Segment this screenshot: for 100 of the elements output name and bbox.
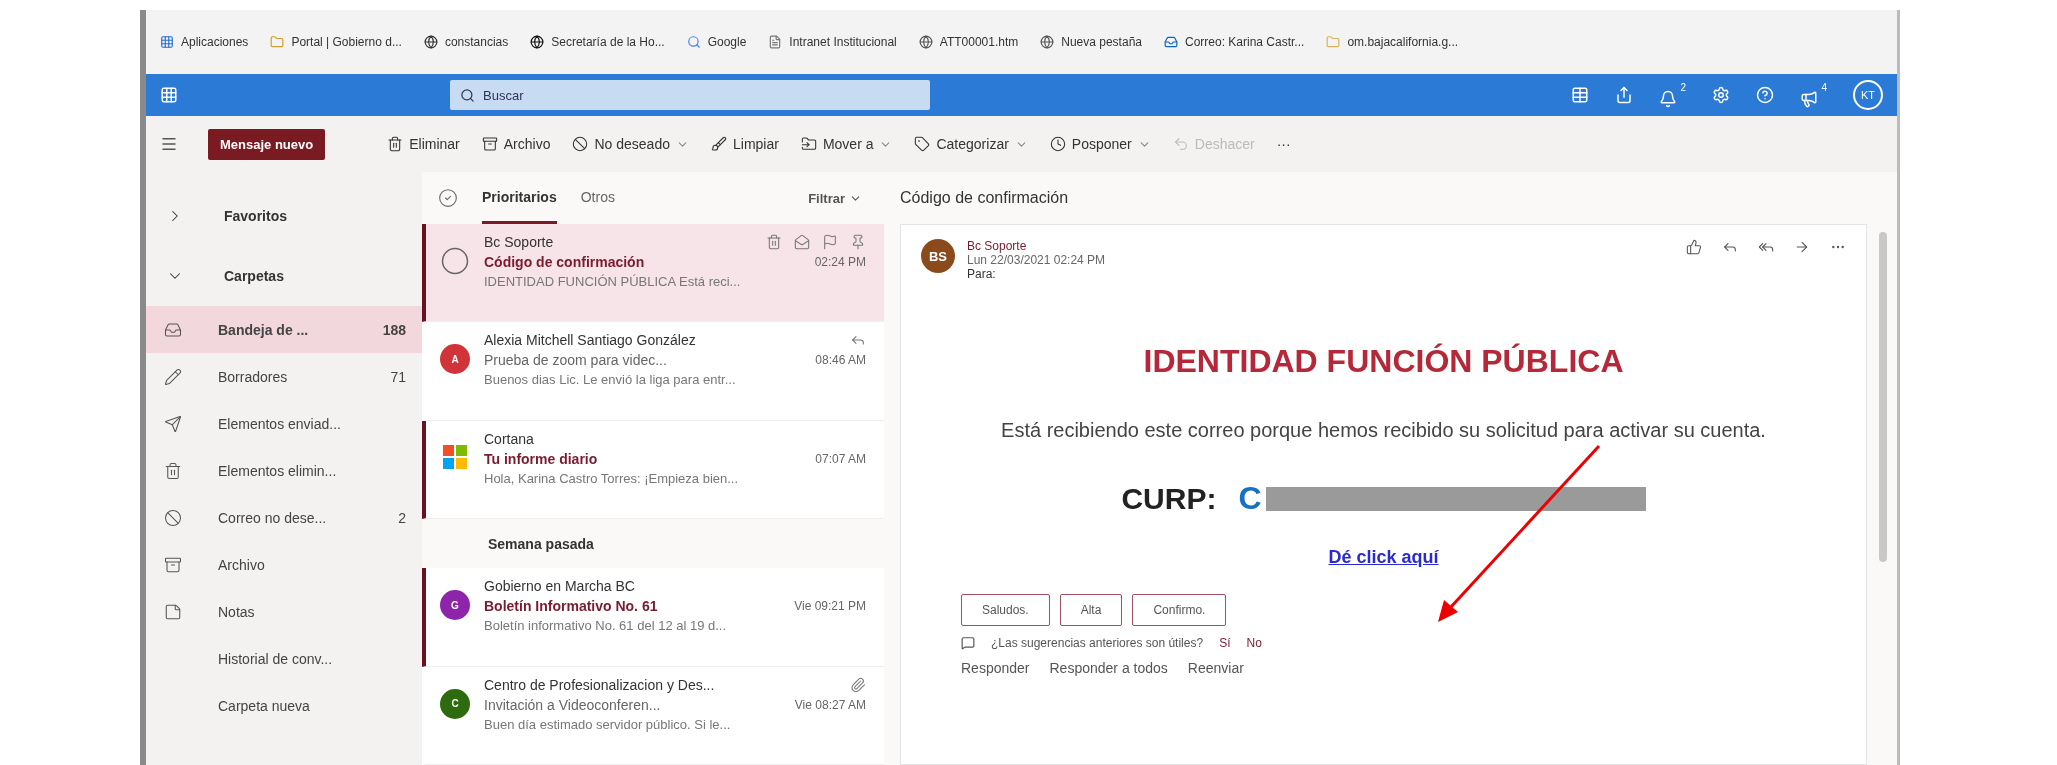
table-icon[interactable] xyxy=(1571,86,1589,104)
feedback-question: ¿Las sugerencias anteriores son útiles? xyxy=(991,636,1204,650)
email-text: Está recibiendo este correo porque hemos recibido su solicitud para activar su cuenta. xyxy=(1001,418,1766,443)
recipient-label: Para: xyxy=(967,267,997,281)
toolbar-icon xyxy=(481,136,498,152)
folder-item[interactable]: Historial de conv... xyxy=(146,635,422,682)
suggested-reply-button[interactable]: Confirmo. xyxy=(1132,594,1227,626)
folder-item[interactable]: Bandeja de ... 188 xyxy=(146,306,422,353)
more-button[interactable]: ··· xyxy=(1276,136,1291,152)
share-icon[interactable] xyxy=(1615,86,1633,104)
feedback-icon xyxy=(961,636,975,650)
message-time: Vie 08:27 AM xyxy=(794,697,866,712)
bookmark-link[interactable]: Nueva pestaña xyxy=(1040,35,1142,49)
toolbar-button[interactable]: Categorizar xyxy=(914,136,1028,152)
message-row[interactable]: G Gobierno en Marcha BC Boletín Informativo No. 61 Vie 09:21 PM Boletín informativo No. 61 del 12 al 19 d... xyxy=(422,568,884,667)
folder-group-toggle[interactable]: Favoritos xyxy=(146,186,422,246)
suggested-reply-button[interactable]: Alta xyxy=(1059,594,1123,626)
bookmark-link[interactable]: om.bajacalifornia.g... xyxy=(1326,35,1459,49)
folder-item[interactable]: Carpeta nueva xyxy=(146,682,422,729)
bookmark-link[interactable]: Secretaría de la Ho... xyxy=(530,35,665,49)
toolbar-button[interactable]: Mover a xyxy=(800,136,893,152)
bookmark-icon xyxy=(160,35,174,49)
search-icon xyxy=(460,87,475,103)
search-field[interactable]: Buscar xyxy=(450,80,930,110)
avatar-circle: A xyxy=(440,344,470,375)
reply-action-button[interactable]: Responder a todos xyxy=(1049,660,1168,676)
message-subject: Boletín Informativo No. 61 xyxy=(484,598,658,615)
message-row[interactable]: Bc Soporte Código de confirmación 02:24 PM IDENTIDAD FUNCIÓN PÚBLICA Está reci... xyxy=(422,224,884,323)
bookmark-icon xyxy=(530,35,545,49)
scrollbar[interactable] xyxy=(1879,232,1887,562)
bookmark-link[interactable]: Portal | Gobierno d... xyxy=(270,35,402,49)
user-avatar[interactable]: KT xyxy=(1853,80,1883,110)
select-circle-icon[interactable] xyxy=(440,246,470,276)
help-icon[interactable] xyxy=(1756,86,1774,104)
filter-button[interactable]: Filtrar xyxy=(802,189,868,207)
message-subject: Prueba de zoom para videc... xyxy=(484,352,667,369)
sender-avatar: BS xyxy=(921,239,955,273)
email-date: Lun 22/03/2021 02:24 PM xyxy=(967,253,1106,267)
toolbar-button[interactable]: Posponer xyxy=(1049,136,1151,152)
suggested-reply-button[interactable]: Saludos. xyxy=(961,594,1050,626)
toolbar-icon xyxy=(711,136,727,152)
flag-icon[interactable] xyxy=(822,234,838,250)
message-row[interactable]: Cortana Tu informe diario 07:07 AM Hola, Karina Castro Torres: ¡Empieza bien... xyxy=(422,420,884,520)
folder-group-toggle[interactable]: Carpetas xyxy=(146,246,422,306)
bookmark-link[interactable]: constancias xyxy=(423,35,509,49)
yes-link[interactable]: Sí xyxy=(1219,636,1231,650)
toolbar-button[interactable]: Eliminar xyxy=(387,136,460,152)
bookmark-link[interactable]: ATT00001.htm xyxy=(918,35,1019,49)
forward-icon[interactable] xyxy=(1794,239,1810,255)
avatar-circle: C xyxy=(440,688,470,719)
message-preview: Hola, Karina Castro Torres: ¡Empieza bien... xyxy=(484,470,740,486)
bookmark-icon xyxy=(768,35,783,49)
menu-icon[interactable] xyxy=(160,135,178,153)
click-here-link[interactable]: Dé click aquí xyxy=(1328,547,1439,568)
message-subject: Código de confirmación xyxy=(484,254,645,270)
toolbar-icon xyxy=(1049,136,1066,152)
avatar-circle: G xyxy=(440,590,470,621)
toolbar-icon xyxy=(800,136,817,152)
folder-item[interactable]: Elementos elimin... xyxy=(146,447,422,494)
sender-name: Gobierno en Marcha BC xyxy=(484,578,635,595)
curp-label: CURP: xyxy=(1121,481,1217,516)
bookmark-link[interactable]: Intranet Institucional xyxy=(768,35,897,49)
toolbar-button[interactable]: No deseado xyxy=(572,136,689,152)
message-preview: Buenos dias Lic. Le envió la liga para entr... xyxy=(484,372,737,388)
folder-item[interactable]: Archivo xyxy=(146,541,422,588)
message-time: 02:24 PM xyxy=(814,255,866,269)
bookmark-icon xyxy=(423,35,438,49)
bookmark-icon xyxy=(686,35,701,49)
reply-action-button[interactable]: Responder xyxy=(961,660,1030,676)
sender-name: Centro de Profesionalizacion y Des... xyxy=(484,676,715,693)
reply-action-button[interactable]: Reenviar xyxy=(1187,660,1244,676)
folder-item[interactable]: Correo no dese... 2 xyxy=(146,494,422,541)
bookmark-link[interactable]: Google xyxy=(686,35,747,49)
bookmark-link[interactable]: Aplicaciones xyxy=(160,35,249,49)
inbox-tab[interactable]: Otros xyxy=(580,172,615,224)
email-subject: Código de confirmación xyxy=(900,188,1070,208)
toolbar-button[interactable]: Archivo xyxy=(481,136,551,152)
like-icon[interactable] xyxy=(1686,239,1702,255)
no-link[interactable]: No xyxy=(1246,636,1262,650)
message-time: 07:07 AM xyxy=(815,451,866,466)
select-all-icon[interactable] xyxy=(438,188,458,208)
folder-item[interactable]: Elementos enviad... xyxy=(146,400,422,447)
toolbar-icon xyxy=(572,136,589,152)
message-subject: Tu informe diario xyxy=(484,450,598,467)
sender-name: Bc Soporte xyxy=(967,239,1028,253)
toolbar-button[interactable]: Limpiar xyxy=(711,136,779,152)
folder-item[interactable]: Notas xyxy=(146,588,422,635)
sender-name: Cortana xyxy=(484,430,534,447)
app-launcher-icon[interactable] xyxy=(160,86,178,104)
folder-item[interactable]: Borradores 71 xyxy=(146,353,422,400)
bookmark-link[interactable]: Correo: Karina Castr... xyxy=(1164,35,1305,49)
search-placeholder: Buscar xyxy=(483,87,524,103)
settings-icon[interactable] xyxy=(1712,86,1730,104)
envelope-icon[interactable] xyxy=(794,234,810,250)
delete-icon[interactable] xyxy=(766,234,782,250)
pin-icon[interactable] xyxy=(850,234,866,250)
new-message-button[interactable]: Mensaje nuevo xyxy=(208,128,326,160)
message-subject: Invitación a Videoconferen... xyxy=(484,696,661,713)
bookmark-icon xyxy=(918,35,933,49)
sender-name: Alexia Mitchell Santiago González xyxy=(484,332,696,349)
